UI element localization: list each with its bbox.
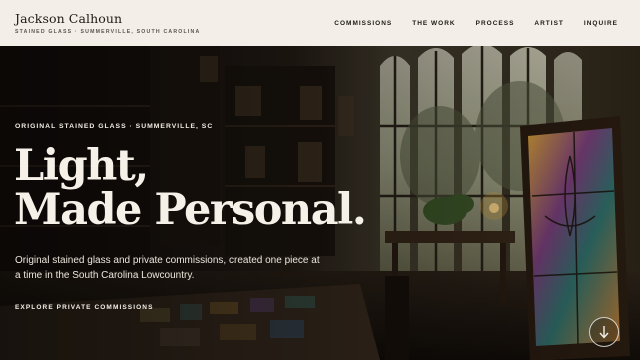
- explore-commissions-link[interactable]: Explore Private Commissions: [15, 304, 154, 311]
- nav-commissions[interactable]: Commissions: [334, 20, 392, 27]
- hero-eyebrow: Original Stained Glass · Summerville, SC: [15, 123, 214, 130]
- main-nav: Commissions The Work Process Artist Inqu…: [314, 20, 618, 27]
- hero-headline: Light, Made Personal.: [14, 141, 367, 235]
- nav-the-work[interactable]: The Work: [412, 20, 455, 27]
- brand-name: Jackson Calhoun: [15, 11, 123, 26]
- nav-inquire[interactable]: Inquire: [584, 20, 618, 27]
- arrow-down-icon: [599, 326, 609, 339]
- nav-process[interactable]: Process: [476, 20, 515, 27]
- brand-tagline: Stained Glass · Summerville, South Carol…: [15, 29, 201, 35]
- hero-description: Original stained glass and private commi…: [15, 255, 320, 281]
- site-header: Jackson Calhoun Stained Glass · Summervi…: [0, 0, 640, 46]
- brand-logo[interactable]: Jackson Calhoun Stained Glass · Summervi…: [15, 11, 200, 35]
- hero-headline-line-1: Light,: [14, 141, 149, 191]
- hero-headline-line-2: Made Personal.: [14, 185, 367, 235]
- hero-section: Original Stained Glass · Summerville, SC…: [0, 46, 640, 360]
- scroll-down-button[interactable]: [589, 317, 619, 347]
- nav-artist[interactable]: Artist: [534, 20, 563, 27]
